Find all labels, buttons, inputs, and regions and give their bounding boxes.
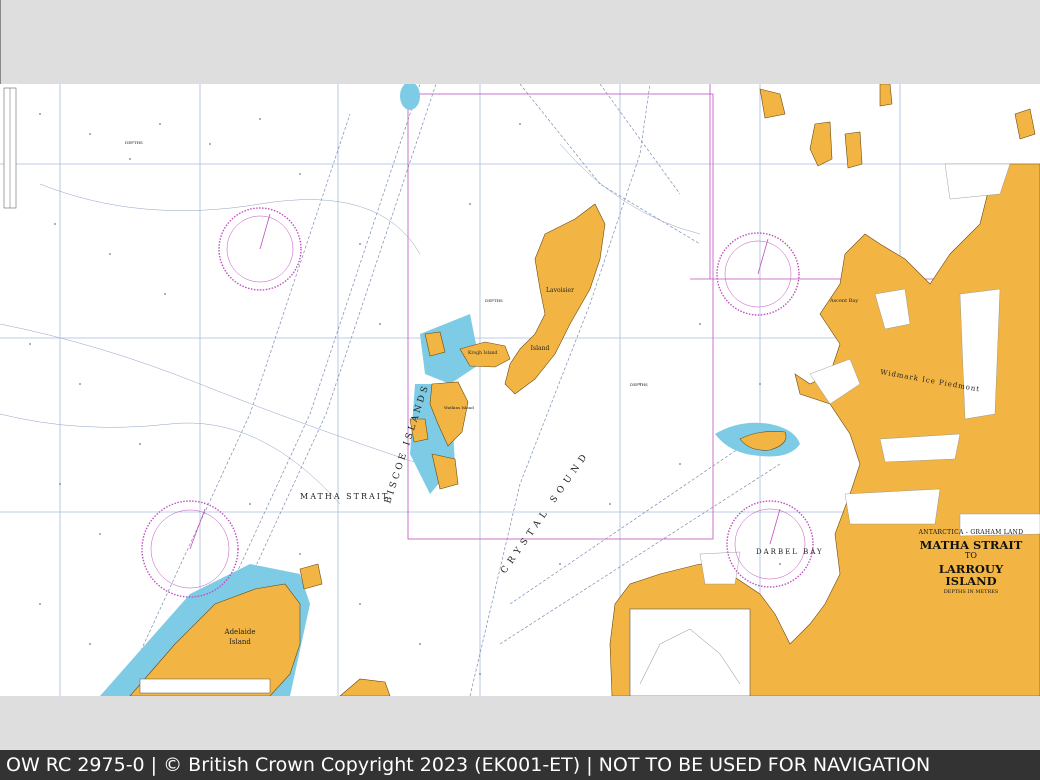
lavoisier-island [504, 203, 606, 395]
title-line-1: MATHA STRAIT [919, 538, 1023, 552]
copyright-footer: OW RC 2975-0 | © British Crown Copyright… [0, 750, 1040, 780]
title-region: ANTARCTICA - GRAHAM LAND [918, 529, 1024, 536]
label-adelaide-island: Island [229, 638, 251, 646]
label-lavoisier: Lavoisier [546, 287, 574, 294]
label-crystal-sound: CRYSTAL SOUND [499, 449, 592, 576]
bottom-margin [0, 696, 1040, 750]
compass-rose [726, 500, 814, 588]
compass-rose [218, 207, 302, 291]
top-margin [0, 0, 1040, 84]
chart-title-panel: ANTARCTICA - GRAHAM LAND MATHA STRAIT TO… [912, 529, 1030, 595]
label-depths: DEPTHS [485, 298, 503, 303]
land [129, 84, 1040, 696]
label-depths: DEPTHS [125, 140, 143, 145]
label-darbel-bay: DARBEL BAY [756, 548, 824, 556]
label-matha-strait: MATHA STRAIT [300, 492, 389, 501]
title-subtitle: DEPTHS IN METRES [943, 589, 999, 595]
label-lavoisier-island: Island [531, 345, 550, 352]
label-watkins-island: Watkins Island [444, 405, 474, 410]
title-to: TO [965, 551, 977, 560]
latitude-scale [3, 87, 17, 209]
label-adelaide: Adelaide [224, 628, 256, 636]
label-krogh-island: Krogh Island [468, 350, 498, 356]
nautical-chart[interactable]: MATHA STRAIT BISCOE ISLANDS CRYSTAL SOUN… [0, 84, 1040, 696]
chart-svg: MATHA STRAIT BISCOE ISLANDS CRYSTAL SOUN… [0, 84, 1040, 696]
label-ascent-bay: Ascent Bay [829, 298, 858, 304]
title-line-2: LARROUY ISLAND [938, 562, 1004, 588]
label-depths: DEPTHS [630, 382, 648, 387]
compass-rose [716, 232, 800, 316]
depth-contours-light [0, 143, 701, 505]
